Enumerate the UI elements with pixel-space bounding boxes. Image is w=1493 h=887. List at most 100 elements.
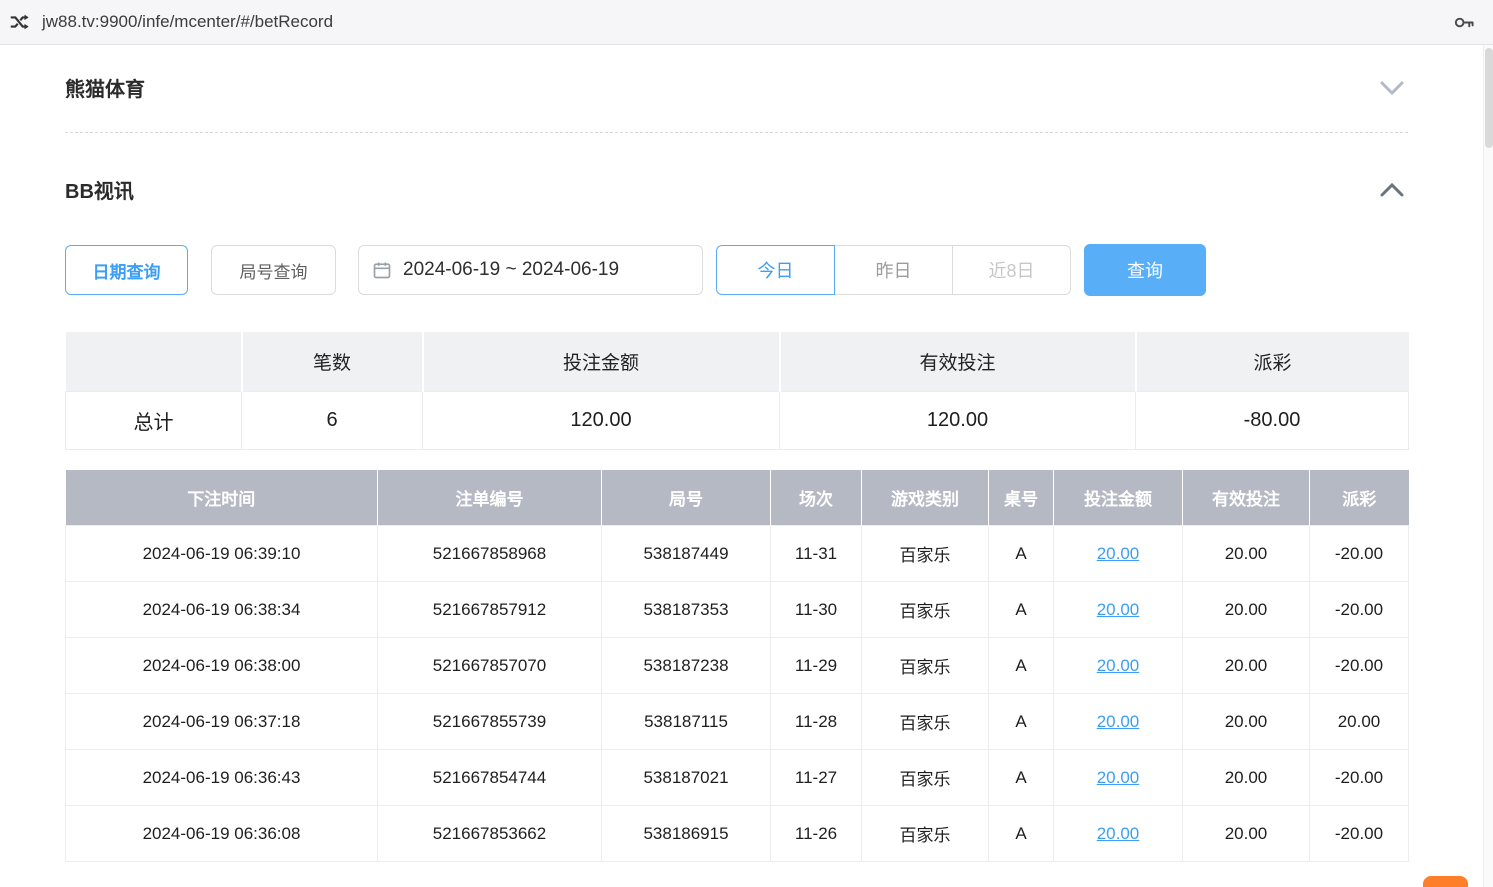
bet-amount-cell[interactable]: 20.00: [1054, 526, 1183, 582]
summary-header-valid-bet: 有效投注: [780, 332, 1136, 391]
bet-amount-link[interactable]: 20.00: [1097, 656, 1140, 675]
bet-amount-cell[interactable]: 20.00: [1054, 638, 1183, 694]
section-title-panda: 熊猫体育: [65, 73, 145, 102]
filter-bar: 日期查询 局号查询 2024-06-19 ~ 2024-06-19 今日 昨日 …: [65, 244, 1408, 296]
order-id-cell: 521667854744: [378, 750, 602, 806]
today-button[interactable]: 今日: [716, 245, 835, 295]
column-header: 游戏类别: [862, 470, 989, 526]
shuffle-site-icon: [8, 11, 30, 33]
summary-header-bet-amount: 投注金额: [423, 332, 780, 391]
table-row: 2024-06-19 06:36:08521667853662538186915…: [66, 806, 1409, 862]
column-header: 派彩: [1310, 470, 1409, 526]
summary-header-row: 笔数 投注金额 有效投注 派彩: [66, 332, 1409, 391]
bet-time-cell: 2024-06-19 06:37:18: [66, 694, 378, 750]
summary-header-count: 笔数: [242, 332, 423, 391]
session-cell: 11-26: [771, 806, 862, 862]
section-bb-video: BB视讯 日期查询 局号查询 2024-06-19 ~ 2024-06-19 今…: [65, 133, 1408, 862]
section-title-bb: BB视讯: [65, 175, 134, 204]
game-type-cell: 百家乐: [862, 526, 989, 582]
date-range-value: 2024-06-19 ~ 2024-06-19: [403, 259, 619, 281]
valid-bet-cell: 20.00: [1183, 806, 1310, 862]
bet-amount-link[interactable]: 20.00: [1097, 824, 1140, 843]
order-id-cell: 521667857912: [378, 582, 602, 638]
table-no-cell: A: [989, 694, 1054, 750]
summary-table: 笔数 投注金额 有效投注 派彩 总计 6 120.00 120.00 -80.0…: [65, 332, 1409, 450]
table-row: 2024-06-19 06:38:34521667857912538187353…: [66, 582, 1409, 638]
date-query-tab[interactable]: 日期查询: [65, 245, 188, 295]
date-range-input[interactable]: 2024-06-19 ~ 2024-06-19: [358, 245, 703, 295]
game-type-cell: 百家乐: [862, 750, 989, 806]
session-cell: 11-29: [771, 638, 862, 694]
scrollbar[interactable]: [1483, 45, 1493, 887]
session-cell: 11-31: [771, 526, 862, 582]
round-id-cell: 538187449: [602, 526, 771, 582]
table-no-cell: A: [989, 750, 1054, 806]
bet-record-page: 熊猫体育 BB视讯 日期查询 局号查询 2024-06-19 ~ 2024-06…: [65, 45, 1408, 862]
payout-cell: -20.00: [1310, 582, 1409, 638]
game-type-cell: 百家乐: [862, 694, 989, 750]
bet-time-cell: 2024-06-19 06:39:10: [66, 526, 378, 582]
column-header: 有效投注: [1183, 470, 1310, 526]
table-row: 2024-06-19 06:38:00521667857070538187238…: [66, 638, 1409, 694]
column-header: 投注金额: [1054, 470, 1183, 526]
url-text[interactable]: jw88.tv:9900/infe/mcenter/#/betRecord: [42, 12, 1452, 32]
round-id-cell: 538187115: [602, 694, 771, 750]
valid-bet-cell: 20.00: [1183, 582, 1310, 638]
bet-amount-cell[interactable]: 20.00: [1054, 806, 1183, 862]
payout-cell: -20.00: [1310, 750, 1409, 806]
table-no-cell: A: [989, 806, 1054, 862]
summary-total-payout: -80.00: [1136, 391, 1409, 449]
browser-address-bar[interactable]: jw88.tv:9900/infe/mcenter/#/betRecord: [0, 0, 1493, 45]
table-row: 2024-06-19 06:36:43521667854744538187021…: [66, 750, 1409, 806]
calendar-icon: [372, 260, 392, 280]
valid-bet-cell: 20.00: [1183, 694, 1310, 750]
valid-bet-cell: 20.00: [1183, 750, 1310, 806]
round-query-tab[interactable]: 局号查询: [211, 245, 336, 295]
column-header: 局号: [602, 470, 771, 526]
table-no-cell: A: [989, 582, 1054, 638]
bet-amount-link[interactable]: 20.00: [1097, 544, 1140, 563]
payout-cell: 20.00: [1310, 694, 1409, 750]
column-header: 场次: [771, 470, 862, 526]
bet-amount-link[interactable]: 20.00: [1097, 600, 1140, 619]
column-header: 注单编号: [378, 470, 602, 526]
scrollbar-thumb[interactable]: [1485, 48, 1493, 148]
table-row: 2024-06-19 06:39:10521667858968538187449…: [66, 526, 1409, 582]
bet-amount-cell[interactable]: 20.00: [1054, 582, 1183, 638]
search-button[interactable]: 查询: [1084, 244, 1206, 296]
bet-records-table: 下注时间注单编号局号场次游戏类别桌号投注金额有效投注派彩 2024-06-19 …: [65, 470, 1409, 863]
summary-header-payout: 派彩: [1136, 332, 1409, 391]
bet-amount-cell[interactable]: 20.00: [1054, 694, 1183, 750]
order-id-cell: 521667858968: [378, 526, 602, 582]
chevron-up-icon[interactable]: [1380, 183, 1404, 197]
section-panda-sports: 熊猫体育: [65, 45, 1408, 133]
payout-cell: -20.00: [1310, 526, 1409, 582]
game-type-cell: 百家乐: [862, 582, 989, 638]
table-header-row: 下注时间注单编号局号场次游戏类别桌号投注金额有效投注派彩: [66, 470, 1409, 526]
key-icon[interactable]: [1452, 11, 1475, 34]
game-type-cell: 百家乐: [862, 806, 989, 862]
bet-amount-link[interactable]: 20.00: [1097, 768, 1140, 787]
round-id-cell: 538187238: [602, 638, 771, 694]
bb-section-header: BB视讯: [65, 133, 1408, 204]
payout-cell: -20.00: [1310, 638, 1409, 694]
bet-time-cell: 2024-06-19 06:38:34: [66, 582, 378, 638]
yesterday-button[interactable]: 昨日: [834, 245, 953, 295]
order-id-cell: 521667857070: [378, 638, 602, 694]
chevron-down-icon[interactable]: [1380, 81, 1404, 95]
bet-amount-link[interactable]: 20.00: [1097, 712, 1140, 731]
round-id-cell: 538187353: [602, 582, 771, 638]
table-no-cell: A: [989, 638, 1054, 694]
session-cell: 11-27: [771, 750, 862, 806]
bet-amount-cell[interactable]: 20.00: [1054, 750, 1183, 806]
bet-time-cell: 2024-06-19 06:36:08: [66, 806, 378, 862]
table-no-cell: A: [989, 526, 1054, 582]
chat-widget[interactable]: [1423, 876, 1468, 887]
round-id-cell: 538187021: [602, 750, 771, 806]
order-id-cell: 521667855739: [378, 694, 602, 750]
summary-total-bet-amount: 120.00: [423, 391, 780, 449]
column-header: 下注时间: [66, 470, 378, 526]
round-id-cell: 538186915: [602, 806, 771, 862]
column-header: 桌号: [989, 470, 1054, 526]
last-8-days-button[interactable]: 近8日: [952, 245, 1071, 295]
